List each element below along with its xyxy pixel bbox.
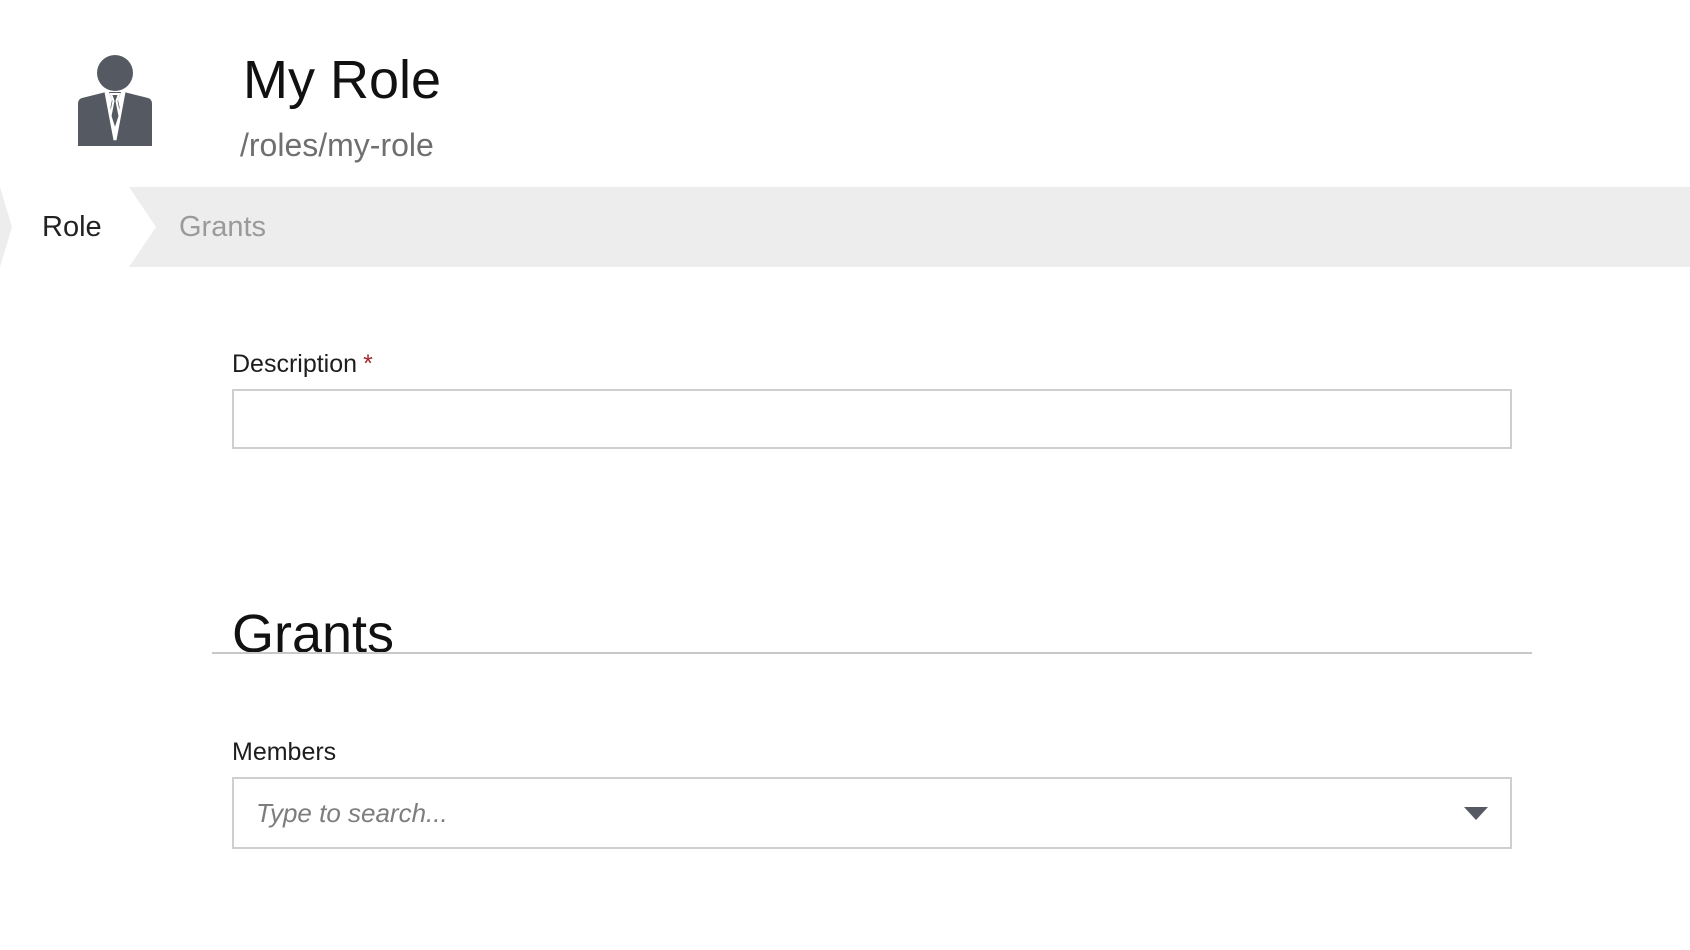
page-title: My Role	[243, 50, 442, 110]
description-input[interactable]	[232, 389, 1512, 449]
section-divider	[212, 652, 1532, 654]
members-label: Members	[232, 738, 337, 766]
description-label: Description *	[232, 348, 373, 380]
page-path: /roles/my-role	[240, 127, 434, 163]
required-marker: *	[363, 350, 373, 378]
tab-grants[interactable]: Grants	[179, 187, 266, 267]
description-label-text: Description	[232, 350, 358, 378]
chevron-down-icon[interactable]	[1462, 803, 1490, 823]
tab-role-label[interactable]: Role	[42, 187, 102, 267]
grants-section-title: Grants	[232, 604, 395, 664]
members-select[interactable]: Type to search...	[232, 777, 1512, 849]
role-person-icon	[78, 54, 152, 146]
page: My Role /roles/my-role Role Grants Descr…	[0, 0, 1690, 950]
members-search-placeholder[interactable]: Type to search...	[256, 779, 448, 847]
